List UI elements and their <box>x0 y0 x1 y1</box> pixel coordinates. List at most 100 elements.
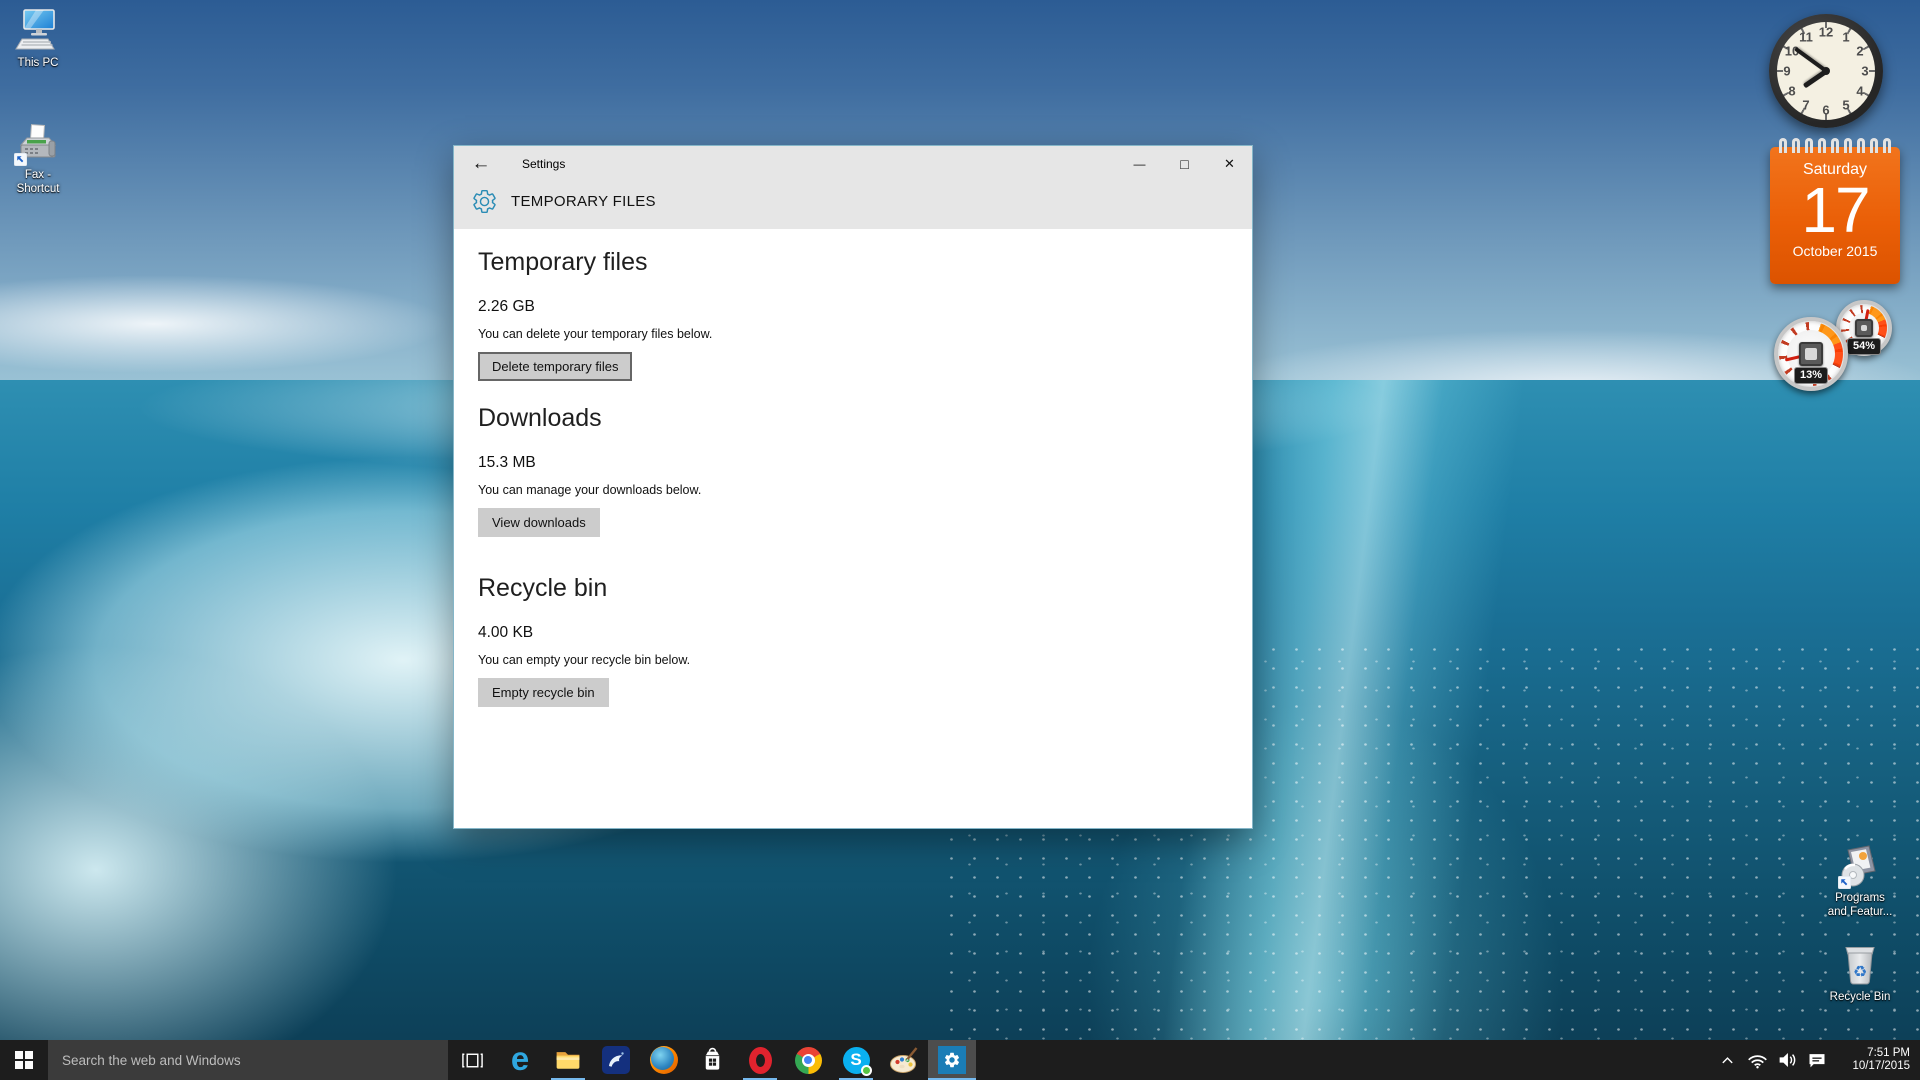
back-button[interactable]: ← <box>454 153 508 175</box>
minimize-icon: — <box>1134 157 1146 171</box>
minimize-button[interactable]: — <box>1117 146 1162 182</box>
taskbar-app-firefox[interactable] <box>640 1040 688 1080</box>
settings-app-icon <box>938 1046 966 1074</box>
fax-label-line1: Fax - <box>0 168 80 182</box>
wifi-icon <box>1747 1051 1768 1069</box>
calendar-spiral <box>1770 138 1900 153</box>
clock-number: 7 <box>1802 98 1809 113</box>
start-button[interactable] <box>0 1040 48 1080</box>
settings-window: ← Settings — □ ✕ TEMPORARY FILES Tempora… <box>453 145 1253 829</box>
taskbar-app-edge[interactable]: e <box>496 1040 544 1080</box>
action-center-icon <box>1807 1051 1827 1069</box>
ram-percent-badge: 54% <box>1847 338 1881 355</box>
section-heading: Temporary files <box>478 247 1228 277</box>
clock-number: 4 <box>1856 84 1863 99</box>
calendar-month-year: October 2015 <box>1770 243 1900 259</box>
titlebar[interactable]: ← Settings — □ ✕ <box>454 146 1252 182</box>
shortcut-arrow-icon <box>1838 876 1851 889</box>
page-title: TEMPORARY FILES <box>511 193 656 210</box>
clock-number: 11 <box>1799 30 1813 45</box>
shortcut-arrow-icon <box>14 153 27 166</box>
speaker-icon <box>1777 1051 1798 1069</box>
tray-date: 10/17/2015 <box>1836 1060 1910 1074</box>
delete-temporary-files-button[interactable]: Delete temporary files <box>478 352 632 381</box>
chrome-icon <box>795 1047 822 1074</box>
tray-chevron-button[interactable] <box>1712 1040 1742 1080</box>
taskbar-search[interactable] <box>48 1040 448 1080</box>
clock-number: 5 <box>1842 98 1849 113</box>
clock-hub <box>1822 67 1830 75</box>
back-arrow-icon: ← <box>472 153 491 174</box>
section-description: You can delete your temporary files belo… <box>478 327 1228 341</box>
search-input[interactable] <box>48 1040 448 1080</box>
maximize-button[interactable]: □ <box>1162 146 1207 182</box>
file-explorer-icon <box>554 1046 582 1074</box>
section-recycle-bin: Recycle bin 4.00 KB You can empty your r… <box>478 573 1228 707</box>
system-tray: 7:51 PM 10/17/2015 <box>1712 1040 1920 1080</box>
clock-number: 8 <box>1788 84 1795 99</box>
opera-icon <box>749 1047 772 1074</box>
desktop-icon-fax-shortcut[interactable]: Fax - Shortcut <box>0 122 80 196</box>
close-icon: ✕ <box>1224 156 1235 172</box>
clock-number: 2 <box>1856 44 1863 59</box>
taskbar: e S <box>0 1040 1920 1080</box>
tray-time: 7:51 PM <box>1836 1047 1910 1061</box>
tray-wifi-button[interactable] <box>1742 1040 1772 1080</box>
taskbar-app-file-explorer[interactable] <box>544 1040 592 1080</box>
section-heading: Downloads <box>478 403 1228 433</box>
settings-page-content: Temporary files 2.26 GB You can delete y… <box>454 229 1252 828</box>
taskbar-app-blue-bird[interactable] <box>592 1040 640 1080</box>
programs-label-line2: and Featur... <box>1818 905 1902 919</box>
tray-action-center-button[interactable] <box>1802 1040 1832 1080</box>
section-size-value: 15.3 MB <box>478 454 1228 472</box>
section-description: You can empty your recycle bin below. <box>478 653 1228 667</box>
taskbar-app-settings[interactable] <box>928 1040 976 1080</box>
desktop-icon-programs-and-features[interactable]: Programs and Featur... <box>1818 843 1902 919</box>
recycle-bin-label: Recycle Bin <box>1818 990 1902 1004</box>
cpu-meter-gauge[interactable]: 13% <box>1774 317 1848 391</box>
task-view-button[interactable] <box>448 1040 496 1080</box>
settings-gear-icon <box>471 188 498 215</box>
windows-logo-icon <box>15 1051 33 1069</box>
clock-number: 1 <box>1842 30 1849 45</box>
window-title: Settings <box>522 157 565 171</box>
clock-number: 3 <box>1861 64 1868 79</box>
taskbar-app-paint[interactable] <box>880 1040 928 1080</box>
view-downloads-button[interactable]: View downloads <box>478 508 600 537</box>
ram-chip-icon <box>1855 319 1873 337</box>
calendar-gadget[interactable]: Saturday 17 October 2015 <box>1770 147 1900 284</box>
section-description: You can manage your downloads below. <box>478 483 1228 497</box>
taskbar-app-chrome[interactable] <box>784 1040 832 1080</box>
store-icon <box>699 1047 726 1074</box>
empty-recycle-bin-button[interactable]: Empty recycle bin <box>478 678 609 707</box>
taskbar-app-skype[interactable]: S <box>832 1040 880 1080</box>
section-size-value: 4.00 KB <box>478 624 1228 642</box>
calendar-day-number: 17 <box>1770 179 1900 241</box>
settings-window-header: ← Settings — □ ✕ TEMPORARY FILES <box>454 146 1252 229</box>
skype-icon: S <box>843 1047 870 1074</box>
this-pc-label: This PC <box>0 56 80 70</box>
blue-bird-app-icon <box>602 1046 630 1074</box>
fax-label-line2: Shortcut <box>0 182 80 196</box>
tray-clock[interactable]: 7:51 PM 10/17/2015 <box>1836 1047 1910 1074</box>
clock-gadget[interactable]: 12 1 2 3 4 5 6 7 8 9 10 11 <box>1769 14 1883 128</box>
this-pc-icon <box>12 8 64 54</box>
programs-label-line1: Programs <box>1818 891 1902 905</box>
paint-icon <box>889 1045 919 1075</box>
chevron-up-icon <box>1720 1053 1735 1068</box>
close-button[interactable]: ✕ <box>1207 146 1252 182</box>
cpu-percent-badge: 13% <box>1794 367 1828 384</box>
clock-number: 9 <box>1783 64 1790 79</box>
recycle-symbol-icon: ♻ <box>1853 962 1867 982</box>
taskbar-app-opera[interactable] <box>736 1040 784 1080</box>
taskbar-app-store[interactable] <box>688 1040 736 1080</box>
clock-number: 6 <box>1822 103 1829 118</box>
maximize-icon: □ <box>1180 156 1188 172</box>
clock-number: 12 <box>1819 25 1833 40</box>
desktop-icon-recycle-bin[interactable]: ♻ Recycle Bin <box>1818 938 1902 1004</box>
desktop-icon-this-pc[interactable]: This PC <box>0 8 80 70</box>
section-temporary-files: Temporary files 2.26 GB You can delete y… <box>478 247 1228 381</box>
tray-volume-button[interactable] <box>1772 1040 1802 1080</box>
edge-icon: e <box>511 1042 529 1075</box>
task-view-icon <box>461 1049 484 1072</box>
